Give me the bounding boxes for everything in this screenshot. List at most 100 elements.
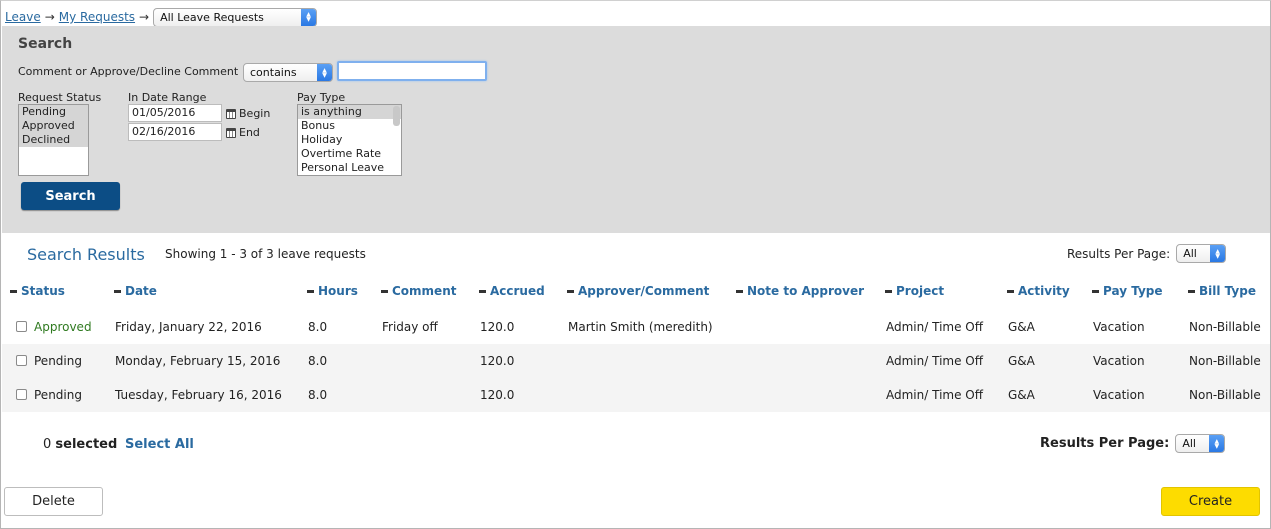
selected-count-value: 0 [43, 437, 52, 452]
collapse-icon [10, 289, 17, 293]
column-header-date[interactable]: Date [114, 284, 157, 298]
search-panel: Search Comment or Approve/Decline Commen… [2, 26, 1270, 233]
breadcrumb: Leave → My Requests → All Leave Requests… [5, 6, 318, 28]
search-results-title: Search Results [27, 245, 145, 264]
table-row[interactable]: Approved Friday, January 22, 2016 8.0 Fr… [2, 310, 1270, 344]
table-row[interactable]: Pending Tuesday, February 16, 2016 8.0 1… [2, 378, 1270, 412]
column-header-bill-type[interactable]: Bill Type [1188, 284, 1256, 298]
request-status-listbox[interactable]: Pending Approved Declined [18, 104, 89, 176]
row-status: Pending [34, 388, 82, 402]
pay-type-option[interactable]: Overtime Rate [298, 147, 401, 161]
collapse-icon [479, 289, 486, 293]
row-status: Pending [34, 354, 82, 368]
row-activity: G&A [1008, 354, 1035, 368]
pay-type-option[interactable]: Personal Leave [298, 161, 401, 175]
breadcrumb-my-requests-link[interactable]: My Requests [59, 10, 135, 24]
row-comment: Friday off [382, 320, 438, 334]
selected-label: selected [55, 437, 118, 452]
row-project: Admin/ Time Off [886, 354, 983, 368]
row-hours: 8.0 [308, 320, 328, 334]
row-checkbox[interactable] [16, 321, 27, 332]
status-option-approved[interactable]: Approved [19, 119, 88, 133]
pay-type-option[interactable]: Holiday [298, 133, 401, 147]
pay-type-listbox[interactable]: is anything Bonus Holiday Overtime Rate … [297, 104, 402, 176]
comment-filter-label: Comment or Approve/Decline Comment [18, 65, 239, 78]
row-activity: G&A [1008, 320, 1035, 334]
column-header-pay-type[interactable]: Pay Type [1092, 284, 1163, 298]
column-label: Comment [392, 284, 457, 298]
begin-label: Begin [239, 107, 271, 120]
row-date: Tuesday, February 16, 2016 [115, 388, 282, 402]
results-per-page-value: All [1182, 437, 1196, 450]
results-per-page-select[interactable]: All ▲ ▼ [1175, 434, 1226, 453]
pay-type-option[interactable]: Bonus [298, 119, 401, 133]
collapse-icon [307, 289, 314, 293]
chevron-updown-icon: ▲ ▼ [1209, 435, 1225, 452]
row-status: Approved [34, 320, 92, 334]
column-label: Status [21, 284, 65, 298]
row-pay-type: Vacation [1093, 354, 1145, 368]
date-range-label: In Date Range [128, 91, 207, 104]
row-project: Admin/ Time Off [886, 388, 983, 402]
results-per-page-label: Results Per Page: [1067, 246, 1171, 261]
row-accrued: 120.0 [480, 388, 515, 402]
end-label: End [239, 126, 260, 139]
row-pay-type: Vacation [1093, 320, 1145, 334]
end-date-input[interactable]: 02/16/2016 [128, 123, 222, 141]
collapse-icon [736, 289, 743, 293]
column-label: Pay Type [1103, 284, 1163, 298]
row-accrued: 120.0 [480, 354, 515, 368]
column-label: Bill Type [1199, 284, 1256, 298]
row-checkbox[interactable] [16, 389, 27, 400]
row-accrued: 120.0 [480, 320, 515, 334]
breadcrumb-leave-link[interactable]: Leave [5, 10, 41, 24]
calendar-icon [226, 127, 236, 138]
column-label: Approver/Comment [578, 284, 710, 298]
delete-button[interactable]: Delete [4, 487, 103, 516]
column-header-approver[interactable]: Approver/Comment [567, 284, 709, 298]
table-header: Status Date Hours Comment Accrued Approv… [2, 281, 1270, 303]
collapse-icon [381, 289, 388, 293]
select-all-link[interactable]: Select All [125, 437, 194, 452]
end-date-picker[interactable]: End [226, 126, 260, 139]
column-header-accrued[interactable]: Accrued [479, 284, 545, 298]
column-header-hours[interactable]: Hours [307, 284, 358, 298]
status-option-declined[interactable]: Declined [19, 133, 88, 147]
row-date: Monday, February 15, 2016 [115, 354, 281, 368]
column-label: Accrued [490, 284, 545, 298]
column-header-status[interactable]: Status [10, 284, 65, 298]
row-bill-type: Non-Billable [1189, 320, 1261, 334]
collapse-icon [114, 289, 121, 293]
search-title: Search [18, 36, 73, 52]
column-header-comment[interactable]: Comment [381, 284, 456, 298]
comment-operator-select[interactable]: contains ▲ ▼ [243, 63, 333, 82]
pay-type-scrollbar[interactable] [393, 106, 400, 126]
comment-search-input[interactable] [337, 61, 487, 81]
chevron-updown-icon: ▲ ▼ [301, 8, 317, 26]
begin-date-input[interactable]: 01/05/2016 [128, 104, 222, 122]
chevron-updown-icon: ▲ ▼ [1210, 245, 1226, 262]
row-checkbox[interactable] [16, 355, 27, 366]
row-bill-type: Non-Billable [1189, 354, 1261, 368]
table-row[interactable]: Pending Monday, February 15, 2016 8.0 12… [2, 344, 1270, 378]
column-header-note[interactable]: Note to Approver [736, 284, 864, 298]
results-per-page-bottom: Results Per Page: All ▲ ▼ [1040, 434, 1226, 453]
collapse-icon [1092, 289, 1099, 293]
status-option-pending[interactable]: Pending [19, 105, 88, 119]
create-button[interactable]: Create [1161, 487, 1260, 516]
breadcrumb-arrow-icon: → [44, 10, 55, 24]
chevron-updown-icon: ▲ ▼ [317, 64, 332, 81]
begin-date-picker[interactable]: Begin [226, 107, 270, 120]
results-count-text: Showing 1 - 3 of 3 leave requests [165, 247, 366, 261]
pay-type-option[interactable]: is anything [298, 105, 401, 119]
row-date: Friday, January 22, 2016 [115, 320, 262, 334]
view-select[interactable]: All Leave Requests ▲ ▼ [153, 7, 318, 27]
results-per-page-select[interactable]: All ▲ ▼ [1176, 244, 1227, 263]
column-label: Activity [1018, 284, 1070, 298]
search-button[interactable]: Search [21, 182, 120, 210]
request-status-label: Request Status [18, 91, 102, 104]
column-label: Project [896, 284, 945, 298]
column-header-activity[interactable]: Activity [1007, 284, 1070, 298]
column-label: Hours [318, 284, 358, 298]
column-header-project[interactable]: Project [885, 284, 944, 298]
